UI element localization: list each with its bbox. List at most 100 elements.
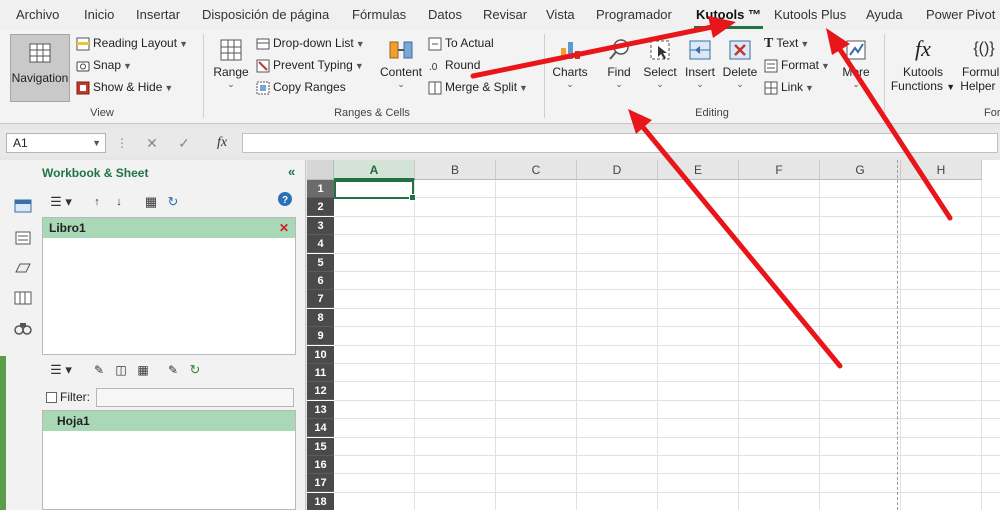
round-button[interactable]: .0 Round	[428, 55, 480, 75]
text-button[interactable]: T Text ▼	[764, 33, 809, 53]
tab-formulas[interactable]: Fórmulas	[352, 0, 406, 30]
row-header-3[interactable]: 3	[307, 216, 334, 235]
tab-insertar[interactable]: Insertar	[136, 0, 180, 30]
pane-menu-icon[interactable]: ☰ ▾	[46, 192, 76, 212]
column-header-h[interactable]: H	[901, 160, 982, 180]
row-header-6[interactable]: 6	[307, 272, 334, 290]
selected-cell[interactable]	[334, 180, 416, 201]
name-box[interactable]: A1 ▼	[6, 133, 106, 153]
drop-down-list-button[interactable]: Drop-down List ▼	[256, 33, 365, 53]
help-icon[interactable]: ?	[276, 192, 294, 212]
sort-ascending-icon[interactable]: ↑	[88, 192, 106, 212]
row-header-9[interactable]: 9	[307, 327, 334, 346]
tab-revisar[interactable]: Revisar	[483, 0, 527, 30]
format-button[interactable]: Format ▼	[764, 55, 830, 75]
find-button[interactable]: Find ⌄	[600, 38, 638, 89]
sheet-tool-4-icon[interactable]: ✎	[164, 360, 182, 380]
close-workbook-icon[interactable]: ✕	[279, 218, 289, 238]
kutools-functions-button[interactable]: fx Kutools Functions ▼	[890, 36, 956, 93]
row-header-1[interactable]: 1	[307, 180, 334, 198]
navigation-button[interactable]: Navigation	[10, 34, 70, 102]
collapse-pane-button[interactable]: «	[288, 164, 295, 179]
cancel-icon[interactable]: ✕	[140, 133, 164, 153]
formula-helper-button[interactable]: {()} Formula Helper ▼	[956, 36, 1000, 93]
to-actual-button[interactable]: To Actual	[428, 33, 494, 53]
tab-disposicion[interactable]: Disposición de página	[202, 0, 329, 30]
row-header-12[interactable]: 12	[307, 382, 334, 401]
tab-datos[interactable]: Datos	[428, 0, 462, 30]
formula-input[interactable]	[242, 133, 998, 153]
tab-vista[interactable]: Vista	[546, 0, 575, 30]
name-manager-icon[interactable]	[14, 260, 32, 276]
excel-window: Archivo Inicio Insertar Disposición de p…	[0, 0, 1000, 510]
show-hide-label: Show & Hide	[93, 80, 163, 94]
pane-resize-strip[interactable]	[0, 356, 6, 510]
select-all-corner[interactable]	[307, 160, 334, 180]
column-header-e[interactable]: E	[658, 160, 739, 180]
tab-kutools[interactable]: Kutools ™	[694, 0, 763, 30]
tab-ayuda[interactable]: Ayuda	[866, 0, 903, 30]
column-header-b[interactable]: B	[415, 160, 496, 180]
reading-layout-button[interactable]: Reading Layout ▼	[76, 33, 188, 53]
group-separator	[203, 34, 204, 118]
filter-checkbox[interactable]	[46, 392, 57, 403]
link-button[interactable]: Link ▼	[764, 77, 814, 97]
tab-inicio[interactable]: Inicio	[84, 0, 114, 30]
sheet-refresh-icon[interactable]: ↻	[186, 360, 204, 380]
more-button[interactable]: More ⌄	[836, 38, 876, 89]
tab-kutools-plus[interactable]: Kutools Plus	[774, 0, 846, 30]
spreadsheet-grid[interactable]: ABCDEFGH 1 2 3 4 5 6 7 8 9 10 11 12 13 14 15 16 17 18	[307, 160, 1000, 510]
column-header-d[interactable]: D	[577, 160, 658, 180]
sheet-tool-1-icon[interactable]: ✎	[90, 360, 108, 380]
prevent-typing-button[interactable]: Prevent Typing ▼	[256, 55, 364, 75]
row-header-2[interactable]: 2	[307, 198, 334, 217]
row-header-5[interactable]: 5	[307, 253, 334, 272]
advanced-find-icon[interactable]	[14, 320, 32, 336]
insert-button[interactable]: Insert ⌄	[681, 38, 719, 89]
column-list-icon[interactable]	[14, 290, 32, 306]
row-header-4[interactable]: 4	[307, 235, 334, 254]
filter-workbooks-icon[interactable]: ▦	[142, 192, 160, 212]
merge-split-button[interactable]: Merge & Split ▼	[428, 77, 528, 97]
sheet-tool-3-icon[interactable]: ▦	[134, 360, 152, 380]
column-header-c[interactable]: C	[496, 160, 577, 180]
copy-ranges-button[interactable]: Copy Ranges	[256, 77, 346, 97]
row-header-8[interactable]: 8	[307, 308, 334, 327]
sheet-menu-icon[interactable]: ☰ ▾	[46, 360, 76, 380]
column-header-a[interactable]: A	[334, 160, 415, 180]
select-button[interactable]: Select ⌄	[640, 38, 680, 89]
sort-descending-icon[interactable]: ↓	[110, 192, 128, 212]
row-header-15[interactable]: 15	[307, 437, 334, 456]
row-header-13[interactable]: 13	[307, 400, 334, 419]
row-header-17[interactable]: 17	[307, 474, 334, 493]
filter-input[interactable]	[96, 388, 294, 407]
row-header-14[interactable]: 14	[307, 419, 334, 438]
content-button[interactable]: Content ⌄	[378, 38, 424, 89]
row-header-7[interactable]: 7	[307, 290, 334, 309]
row-header-16[interactable]: 16	[307, 456, 334, 474]
snap-button[interactable]: Snap ▼	[76, 55, 132, 75]
delete-button[interactable]: Delete ⌄	[720, 38, 760, 89]
range-button[interactable]: Range ⌄	[210, 38, 252, 89]
sheet-item[interactable]: Hoja1	[43, 411, 295, 431]
copy-ranges-label: Copy Ranges	[273, 80, 346, 94]
enter-icon[interactable]: ✓	[172, 133, 196, 153]
tab-archivo[interactable]: Archivo	[16, 0, 59, 30]
workbook-sheet-icon[interactable]	[14, 198, 32, 214]
more-options-icon[interactable]: ⋮	[110, 133, 134, 153]
insert-function-icon[interactable]: fx	[210, 133, 234, 153]
row-header-10[interactable]: 10	[307, 345, 334, 364]
column-header-f[interactable]: F	[739, 160, 820, 180]
tab-programador[interactable]: Programador	[596, 0, 672, 30]
workbook-item[interactable]: Libro1 ✕	[43, 218, 295, 238]
sheet-tool-2-icon[interactable]: ◫	[112, 360, 130, 380]
row-header-18[interactable]: 18	[307, 492, 334, 510]
charts-button[interactable]: Charts ⌄	[550, 38, 590, 89]
row-header-11[interactable]: 11	[307, 364, 334, 382]
show-hide-button[interactable]: Show & Hide ▼	[76, 77, 173, 97]
column-header-g[interactable]: G	[820, 160, 901, 180]
autotext-icon[interactable]	[14, 230, 32, 246]
tab-power-pivot[interactable]: Power Pivot	[926, 0, 995, 30]
ranges-group-label: Ranges & Cells	[334, 107, 410, 119]
refresh-icon[interactable]: ↻	[164, 192, 182, 212]
